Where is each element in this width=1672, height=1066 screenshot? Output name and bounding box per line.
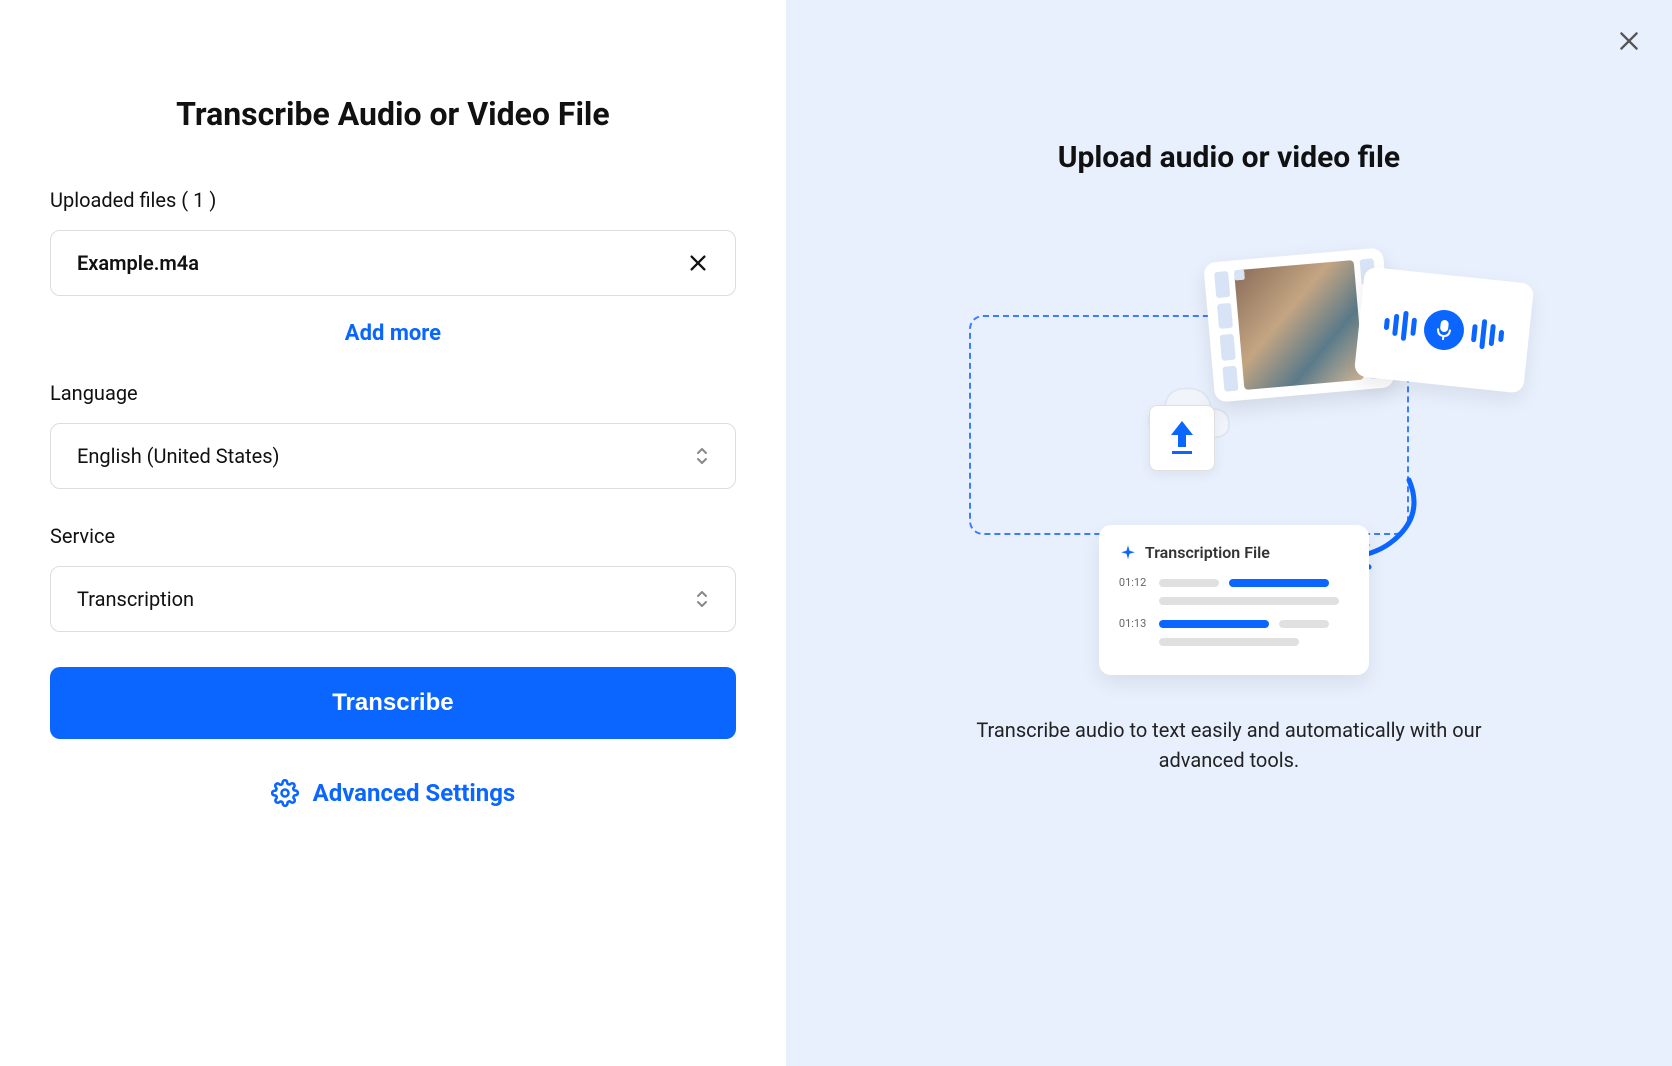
waveform-icon: [1383, 309, 1418, 342]
add-more-link[interactable]: Add more: [50, 321, 736, 346]
uploaded-files-label: Uploaded files ( 1 ): [50, 188, 736, 212]
upload-card: [1149, 405, 1215, 471]
page-title: Transcribe Audio or Video File: [176, 95, 610, 133]
close-icon: [687, 252, 709, 274]
language-value: English (United States): [77, 444, 280, 468]
chevron-updown-icon: [695, 447, 709, 465]
form-section: Uploaded files ( 1 ) Example.m4a Add mor…: [50, 188, 736, 807]
upload-arrow-icon: [1165, 419, 1199, 457]
audio-card: [1354, 266, 1535, 393]
close-icon: [1616, 28, 1642, 54]
sparkle-icon: [1119, 544, 1137, 562]
microphone-icon: [1422, 308, 1466, 352]
video-frame-icon: [1234, 260, 1364, 390]
advanced-settings-label: Advanced Settings: [313, 779, 516, 807]
waveform-icon: [1470, 318, 1505, 351]
file-name: Example.m4a: [77, 251, 199, 275]
advanced-settings-link[interactable]: Advanced Settings: [50, 779, 736, 807]
timestamp: 01:12: [1119, 576, 1149, 589]
uploaded-file-row: Example.m4a: [50, 230, 736, 296]
illustration: Transcription File 01:12 01:13: [969, 245, 1489, 665]
remove-file-button[interactable]: [687, 252, 709, 274]
timestamp: 01:13: [1119, 617, 1149, 630]
right-panel-description: Transcribe audio to text easily and auto…: [949, 715, 1509, 775]
language-select[interactable]: English (United States): [50, 423, 736, 489]
gear-icon: [271, 779, 299, 807]
left-panel: Transcribe Audio or Video File Uploaded …: [0, 0, 786, 1066]
service-label: Service: [50, 524, 736, 548]
transcribe-button[interactable]: Transcribe: [50, 667, 736, 739]
transcript-card-title: Transcription File: [1145, 543, 1270, 562]
transcription-file-card: Transcription File 01:12 01:13: [1099, 525, 1369, 675]
language-label: Language: [50, 381, 736, 405]
service-value: Transcription: [77, 587, 194, 611]
close-button[interactable]: [1616, 28, 1642, 58]
right-panel-title: Upload audio or video file: [1058, 140, 1400, 175]
right-panel: Upload audio or video file: [786, 0, 1672, 1066]
service-select[interactable]: Transcription: [50, 566, 736, 632]
chevron-updown-icon: [695, 590, 709, 608]
